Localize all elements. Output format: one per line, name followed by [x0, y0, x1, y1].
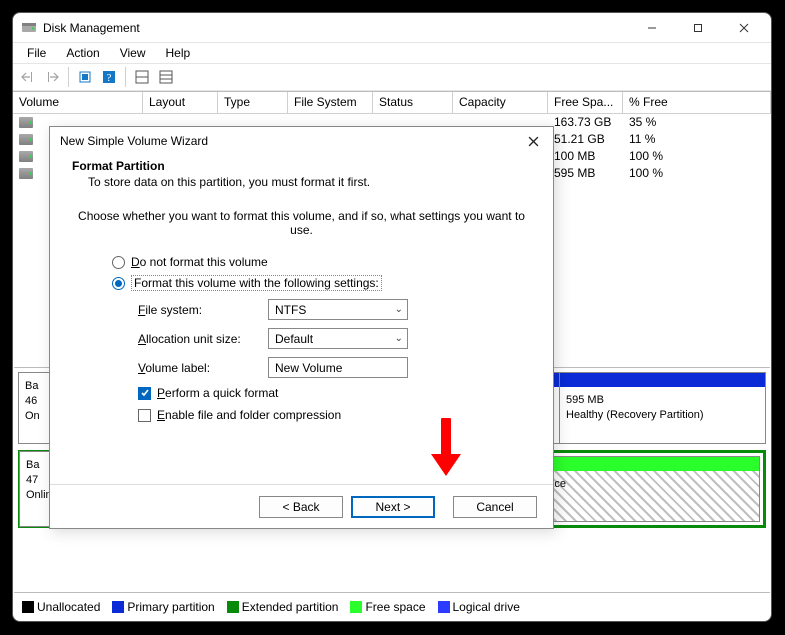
cell-free: 595 MB	[548, 165, 623, 182]
menu-action[interactable]: Action	[56, 44, 109, 62]
swatch-extended	[227, 601, 239, 613]
cancel-button[interactable]: Cancel	[453, 496, 537, 518]
menu-view[interactable]: View	[110, 44, 156, 62]
dialog-heading: Format Partition	[72, 159, 165, 173]
swatch-primary	[112, 601, 124, 613]
titlebar: Disk Management	[13, 13, 771, 43]
col-free[interactable]: Free Spa...	[548, 92, 623, 114]
back-button[interactable]: < Back	[259, 496, 343, 518]
chevron-down-icon: ⌄	[395, 333, 403, 344]
col-volume[interactable]: Volume	[13, 92, 143, 114]
legend-primary: Primary partition	[127, 600, 214, 614]
cell-free: 51.21 GB	[548, 131, 623, 148]
row-volume-label: Volume label: New Volume	[138, 357, 531, 378]
checkbox-label: Perform a quick format	[157, 386, 278, 400]
label-filesystem: File system:	[138, 303, 268, 317]
cell-free: 100 MB	[548, 148, 623, 165]
row-filesystem: File system: NTFS ⌄	[138, 299, 531, 320]
col-capacity[interactable]: Capacity	[453, 92, 548, 114]
legend-extended: Extended partition	[242, 600, 339, 614]
legend-logical: Logical drive	[453, 600, 520, 614]
nav-fwd-button[interactable]	[41, 66, 63, 88]
radio-no-format[interactable]: Do not format this volume	[112, 255, 531, 269]
drive-icon	[19, 134, 33, 145]
checkbox-icon	[138, 409, 151, 422]
select-filesystem[interactable]: NTFS ⌄	[268, 299, 408, 320]
svg-text:?: ?	[107, 72, 112, 84]
swatch-logical	[438, 601, 450, 613]
dialog-header: Format Partition To store data on this p…	[50, 155, 553, 199]
radio-icon	[112, 256, 125, 269]
col-fs[interactable]: File System	[288, 92, 373, 114]
checkbox-compression[interactable]: Enable file and folder compression	[138, 408, 531, 422]
radio-label: Do not format this volume	[131, 255, 268, 269]
next-button[interactable]: Next >	[351, 496, 435, 518]
disk-status: On	[25, 410, 40, 422]
cell-free: 163.73 GB	[548, 114, 623, 131]
toolbar: ?	[13, 63, 771, 91]
legend: Unallocated Primary partition Extended p…	[14, 592, 770, 620]
window-title: Disk Management	[43, 21, 140, 35]
radio-icon	[112, 277, 125, 290]
volume-table-header: Volume Layout Type File System Status Ca…	[13, 92, 771, 114]
app-icon	[21, 20, 37, 36]
row-allocation: Allocation unit size: Default ⌄	[138, 328, 531, 349]
cell-pct: 35 %	[623, 114, 771, 131]
legend-free: Free space	[365, 600, 425, 614]
checkbox-label: Enable file and folder compression	[157, 408, 341, 422]
cell-pct: 11 %	[623, 131, 771, 148]
dialog-close-button[interactable]	[519, 127, 547, 155]
dialog-titlebar: New Simple Volume Wizard	[50, 127, 553, 155]
select-value: Default	[275, 332, 313, 346]
toolbar-layout2-button[interactable]	[155, 66, 177, 88]
partition-size: 595 MB	[566, 393, 759, 408]
swatch-free	[350, 601, 362, 613]
partition-status: Healthy (Recovery Partition)	[566, 408, 759, 423]
dialog-title: New Simple Volume Wizard	[60, 134, 208, 148]
dialog-prompt: Choose whether you want to format this v…	[72, 209, 531, 237]
disk-size: 46	[25, 395, 37, 407]
col-type[interactable]: Type	[218, 92, 288, 114]
minimize-button[interactable]	[629, 13, 675, 43]
toolbar-help-button[interactable]: ?	[98, 66, 120, 88]
select-value: NTFS	[275, 303, 306, 317]
dialog-subheading: To store data on this partition, you mus…	[88, 175, 531, 189]
drive-icon	[19, 168, 33, 179]
col-layout[interactable]: Layout	[143, 92, 218, 114]
toolbar-refresh-button[interactable]	[74, 66, 96, 88]
checkbox-quick-format[interactable]: Perform a quick format	[138, 386, 531, 400]
close-button[interactable]	[721, 13, 767, 43]
cell-pct: 100 %	[623, 165, 771, 182]
checkbox-icon	[138, 387, 151, 400]
dialog-button-row: < Back Next > Cancel	[50, 484, 553, 528]
legend-unallocated: Unallocated	[37, 600, 100, 614]
col-status[interactable]: Status	[373, 92, 453, 114]
menu-file[interactable]: File	[17, 44, 56, 62]
radio-format[interactable]: Format this volume with the following se…	[112, 275, 531, 291]
disk-label: Ba	[26, 459, 39, 471]
drive-icon	[19, 117, 33, 128]
col-pct[interactable]: % Free	[623, 92, 771, 114]
nav-back-button[interactable]	[17, 66, 39, 88]
input-volume-label[interactable]: New Volume	[268, 357, 408, 378]
disk-size: 47	[26, 474, 38, 486]
select-allocation[interactable]: Default ⌄	[268, 328, 408, 349]
toolbar-layout1-button[interactable]	[131, 66, 153, 88]
drive-icon	[19, 151, 33, 162]
disk-label: Ba	[25, 380, 38, 392]
radio-label: Format this volume with the following se…	[131, 275, 382, 291]
partition-recovery[interactable]: 595 MB Healthy (Recovery Partition)	[559, 373, 765, 443]
chevron-down-icon: ⌄	[395, 304, 403, 315]
maximize-button[interactable]	[675, 13, 721, 43]
menu-help[interactable]: Help	[156, 44, 201, 62]
swatch-unallocated	[22, 601, 34, 613]
wizard-dialog: New Simple Volume Wizard Format Partitio…	[49, 126, 554, 529]
cell-pct: 100 %	[623, 148, 771, 165]
input-value: New Volume	[275, 361, 342, 375]
band-primary	[560, 373, 765, 387]
menubar: File Action View Help	[13, 43, 771, 63]
label-volume-label: Volume label:	[138, 361, 268, 375]
label-allocation: Allocation unit size:	[138, 332, 268, 346]
